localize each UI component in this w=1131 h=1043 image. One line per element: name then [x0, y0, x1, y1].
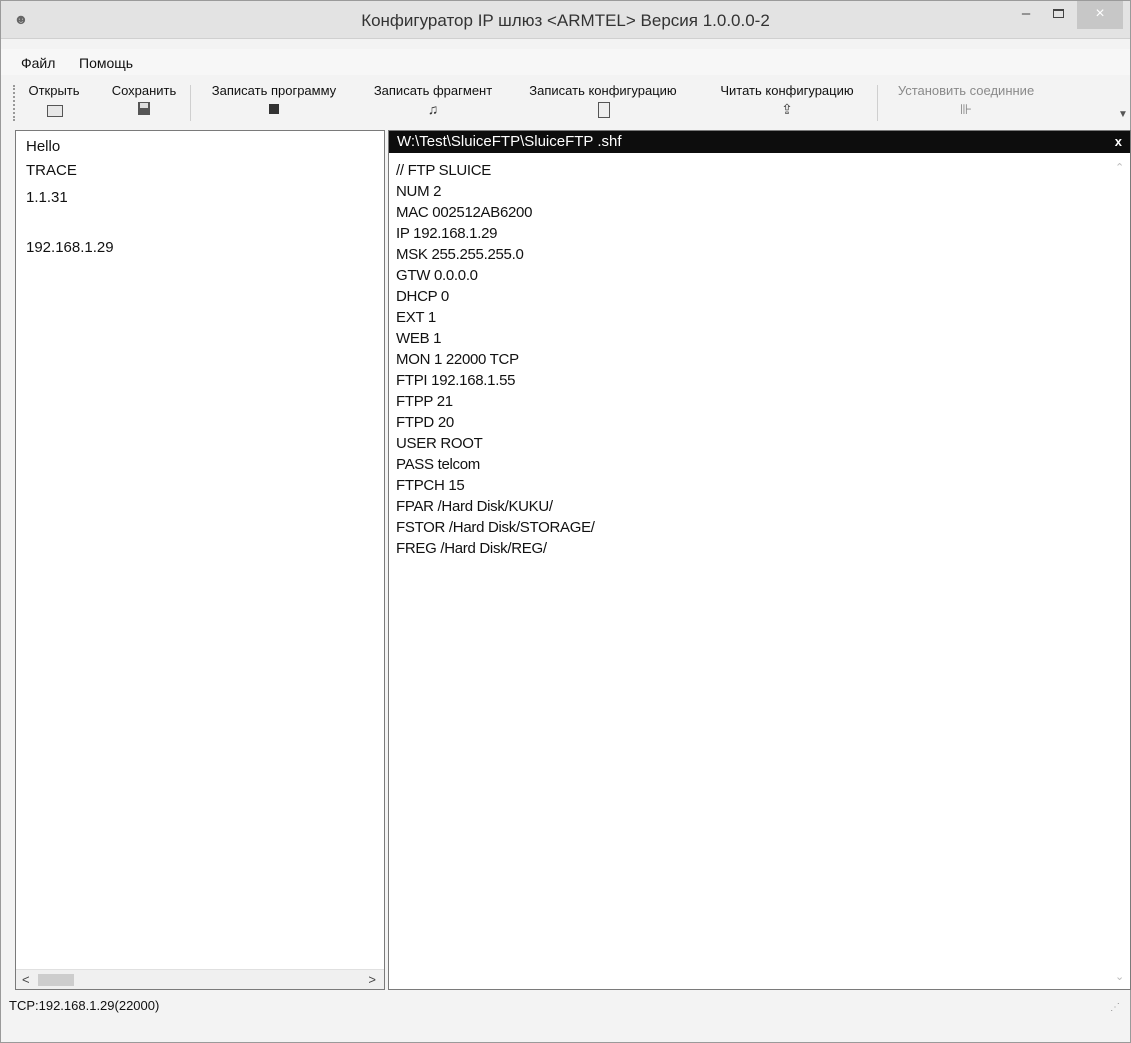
connect-button[interactable]: Установить соединние ⊪ — [885, 83, 1047, 117]
maximize-button[interactable] — [1043, 1, 1073, 29]
open-button[interactable]: Открыть — [19, 83, 89, 117]
document-write-icon — [595, 101, 611, 118]
config-line: MON 1 22000 TCP — [396, 351, 519, 368]
toolbar-separator — [190, 85, 191, 121]
write-config-button[interactable]: Записать конфигурацию — [512, 83, 694, 118]
save-label: Сохранить — [111, 83, 177, 98]
config-line: EXT 1 — [396, 309, 436, 326]
config-line: // FTP SLUICE — [396, 162, 492, 179]
read-config-button[interactable]: Читать конфигурацию ⇪ — [703, 83, 871, 117]
config-line: FREG /Hard Disk/REG/ — [396, 540, 547, 557]
fragment-icon: ♫ — [427, 101, 439, 117]
scroll-left-icon[interactable]: < — [22, 972, 30, 987]
editor-panel: W:\Test\SluiceFTP\SluiceFTP .shf x // FT… — [388, 130, 1131, 990]
maximize-icon — [1052, 9, 1064, 18]
config-line: FTPCH 15 — [396, 477, 465, 494]
trace-line: 192.168.1.29 — [26, 239, 114, 256]
config-line: DHCP 0 — [396, 288, 449, 305]
config-line: USER ROOT — [396, 435, 483, 452]
write-fragment-button[interactable]: Записать фрагмент ♫ — [361, 83, 505, 117]
save-button[interactable]: Сохранить — [105, 83, 183, 117]
resize-grip-icon[interactable]: ⋰ — [1110, 1002, 1120, 1013]
write-program-button[interactable]: Записать программу — [198, 83, 350, 117]
connection-status: TCP:192.168.1.29(22000) — [9, 998, 160, 1013]
horizontal-scrollbar[interactable]: < > — [16, 969, 384, 989]
app-window: ☻ Конфигуратор IP шлюз <ARMTEL> Версия 1… — [0, 0, 1131, 1043]
config-line: WEB 1 — [396, 330, 442, 347]
menu-bar: Файл Помощь — [1, 49, 1130, 75]
config-line: FSTOR /Hard Disk/STORAGE/ — [396, 519, 595, 536]
config-line: GTW 0.0.0.0 — [396, 267, 478, 284]
toolbar: Открыть Сохранить Записать программу Зап… — [1, 79, 1130, 127]
config-line: FTPP 21 — [396, 393, 453, 410]
minimize-button[interactable]: – — [1011, 1, 1041, 29]
config-line: FTPI 192.168.1.55 — [396, 372, 516, 389]
config-line: PASS telcom — [396, 456, 480, 473]
read-config-label: Читать конфигурацию — [720, 83, 854, 98]
write-fragment-label: Записать фрагмент — [373, 83, 493, 98]
toolbar-overflow-icon[interactable]: ▼ — [1118, 109, 1128, 120]
vertical-scrollbar[interactable]: ⌃ ⌄ — [1111, 153, 1130, 989]
trace-line: Hello — [26, 138, 61, 155]
config-editor[interactable]: // FTP SLUICE NUM 2 MAC 002512AB6200 IP … — [389, 153, 1111, 989]
write-config-label: Записать конфигурацию — [529, 83, 677, 98]
config-line: MAC 002512AB6200 — [396, 204, 533, 221]
scroll-down-icon[interactable]: ⌄ — [1115, 970, 1124, 983]
window-title: Конфигуратор IP шлюз <ARMTEL> Версия 1.0… — [361, 11, 770, 30]
toolbar-separator — [877, 85, 878, 121]
toolbar-grip[interactable] — [13, 85, 15, 121]
editor-tab[interactable]: W:\Test\SluiceFTP\SluiceFTP .shf x — [389, 131, 1130, 153]
scroll-thumb[interactable] — [38, 974, 74, 986]
config-line: FPAR /Hard Disk/KUKU/ — [396, 498, 553, 515]
floppy-disk-icon — [136, 101, 152, 117]
trace-panel[interactable]: Hello TRACE 1.1.31 192.168.1.29 < > — [15, 130, 385, 990]
read-config-icon: ⇪ — [781, 101, 793, 117]
plug-icon: ⊪ — [959, 101, 973, 117]
chip-icon — [266, 101, 282, 117]
title-bar[interactable]: ☻ Конфигуратор IP шлюз <ARMTEL> Версия 1… — [1, 1, 1130, 39]
folder-open-icon — [46, 101, 63, 117]
config-line: FTPD 20 — [396, 414, 454, 431]
editor-tab-title: W:\Test\SluiceFTP\SluiceFTP .shf — [397, 133, 622, 150]
config-line: NUM 2 — [396, 183, 442, 200]
menu-file[interactable]: Файл — [21, 55, 55, 71]
status-bar: TCP:192.168.1.29(22000) ⋰ — [1, 994, 1130, 1020]
config-line: MSK 255.255.255.0 — [396, 246, 524, 263]
trace-line: 1.1.31 — [26, 189, 68, 206]
scroll-up-icon[interactable]: ⌃ — [1115, 161, 1124, 174]
write-program-label: Записать программу — [211, 83, 337, 98]
open-label: Открыть — [28, 83, 80, 98]
close-button[interactable]: × — [1077, 1, 1123, 29]
connect-label: Установить соединние — [897, 83, 1035, 98]
close-tab-button[interactable]: x — [1115, 134, 1122, 149]
trace-line: TRACE — [26, 162, 77, 179]
config-line: IP 192.168.1.29 — [396, 225, 498, 242]
menu-help[interactable]: Помощь — [79, 55, 133, 71]
scroll-right-icon[interactable]: > — [368, 972, 376, 987]
